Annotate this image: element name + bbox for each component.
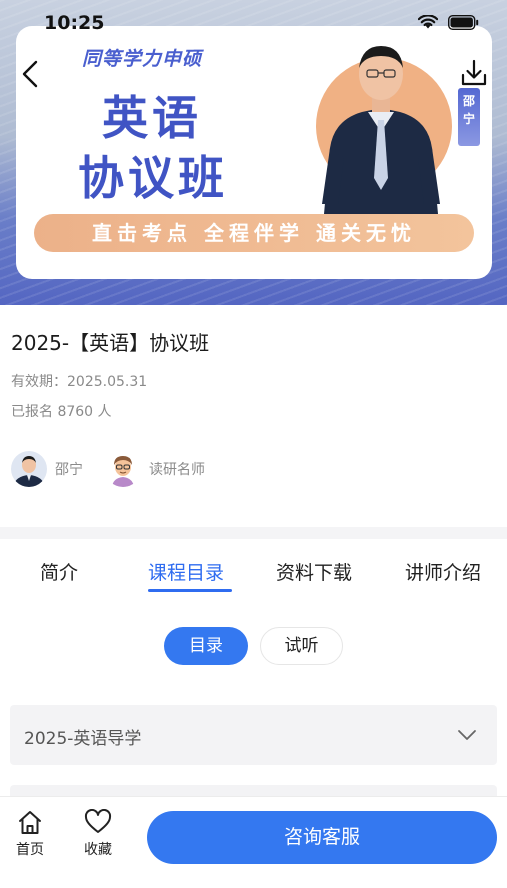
course-info: 2025-【英语】协议班 有效期：2025.05.31 已报名 8760 人 邵… [0,305,507,527]
poster-slogan: 直击考点 全程伴学 通关无忧 [34,214,474,252]
teacher-name-tag: 邵宁 [458,88,480,146]
tab-materials[interactable]: 资料下载 [276,558,352,585]
heart-icon [84,809,112,833]
course-banner: 10:25 同等学力申硕 英语 协议班 邵宁 直击考点 全程伴学 通关无忧 [0,0,507,305]
chapter-title: 2025-英语导学 [24,729,142,749]
section-divider [0,527,507,539]
teacher-chip[interactable]: 读研名师 [105,451,205,487]
teacher-photo [322,46,440,214]
course-validity: 有效期：2025.05.31 [11,374,148,390]
course-tabs: 简介 课程目录 资料下载 讲师介绍 [0,552,507,596]
battery-icon [448,15,479,30]
wifi-icon [418,15,438,29]
teacher-chip[interactable]: 邵宁 [11,451,83,487]
favorite-label: 收藏 [84,842,112,858]
home-icon [19,811,41,834]
active-tab-indicator [148,589,232,592]
home-label: 首页 [16,842,44,858]
chevron-left-icon [22,60,38,88]
chapter-item[interactable]: 2025-英语导学 [10,705,497,765]
tab-teachers[interactable]: 讲师介绍 [405,558,481,585]
course-enrolled-count: 已报名 8760 人 [11,404,112,420]
home-button[interactable]: 首页 [10,809,50,859]
trial-segment-button[interactable]: 试听 [260,627,343,665]
catalog-segment-button[interactable]: 目录 [164,627,248,665]
chevron-down-icon [458,730,476,740]
tab-intro[interactable]: 简介 [40,558,78,585]
status-bar: 10:25 [0,0,507,46]
favorite-button[interactable]: 收藏 [78,809,118,859]
tab-catalog[interactable]: 课程目录 [148,558,224,585]
poster-title-line2: 协议班 [78,151,228,205]
teachers-row: 邵宁 读研名师 [11,451,227,487]
status-time: 10:25 [44,12,105,34]
back-button[interactable] [14,56,48,92]
consult-service-button[interactable]: 咨询客服 [147,811,497,864]
status-icons [418,15,479,30]
teacher-name: 读研名师 [149,462,205,478]
poster-title: 英语 [102,91,202,145]
avatar [11,451,47,487]
poster-subtitle: 同等学力申硕 [82,48,203,70]
course-poster: 同等学力申硕 英语 协议班 邵宁 直击考点 全程伴学 通关无忧 [16,26,492,279]
download-icon [461,59,487,86]
avatar [105,451,141,487]
teacher-name: 邵宁 [55,462,83,478]
bottom-action-bar: 首页 收藏 咨询客服 [0,796,507,888]
download-button[interactable] [457,56,491,90]
course-title: 2025-【英语】协议班 [11,331,210,355]
